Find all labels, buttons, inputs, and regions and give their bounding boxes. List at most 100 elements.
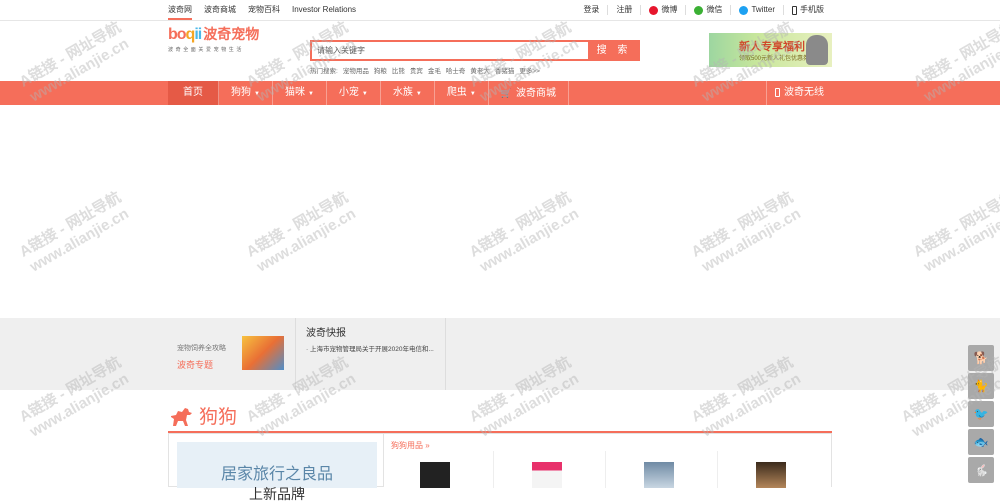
product-card[interactable] [608, 451, 718, 488]
section-title: 狗狗 [199, 406, 238, 428]
search-bar: 请输入关键字 搜 索 [310, 40, 640, 61]
top-bar: 波奇网 波奇商城 宠物百科 Investor Relations 登录 注册 微… [0, 0, 1000, 21]
dog-section-header: 狗狗 [168, 400, 237, 430]
search-button[interactable]: 搜 索 [588, 40, 640, 61]
hot-term[interactable]: 金毛 [428, 65, 441, 75]
caret-down-icon: ▼ [415, 91, 422, 97]
news-panel: 波奇快报 · 上海市宠物管理局关于开展2020年电信和... [296, 318, 446, 390]
promo-image [242, 336, 284, 370]
banner-title: 新人专享福利 [739, 41, 805, 53]
rabbit-icon: 🐇 [973, 463, 989, 477]
hot-term[interactable]: 比熊 [392, 65, 405, 75]
cart-icon: 🛒 [500, 88, 512, 98]
site-logo[interactable]: boqii 波奇宠物 波奇全面关爱宠物生活 [168, 24, 273, 54]
mobile-link[interactable]: 手机版 [783, 5, 832, 15]
nav-dogs[interactable]: 狗狗 ▼ [219, 81, 273, 105]
login-label: 登录 [583, 5, 600, 14]
nav-reptiles[interactable]: 爬虫 ▼ [435, 81, 489, 105]
phone-icon [775, 87, 780, 97]
link-baike[interactable]: 宠物百科 [248, 0, 280, 20]
nav-mobile[interactable]: 波奇无线 [766, 81, 832, 105]
side-rabbit-button[interactable]: 🐇 [968, 457, 994, 483]
nav-dogs-label: 狗狗 [231, 87, 251, 98]
wechat-link[interactable]: 微信 [685, 5, 730, 15]
watermark: A链接 - 网址导航 www.alianjie.cn [466, 188, 582, 276]
promo-small-text: 宠物饲养全攻略 [177, 345, 226, 352]
watermark: A链接 - 网址导航 www.alianjie.cn [910, 188, 1000, 276]
watermark: A链接 - 网址导航 www.alianjie.cn [243, 188, 359, 276]
side-bird-button[interactable]: 🐦 [968, 401, 994, 427]
ad-headline: 居家旅行之良品 [220, 466, 333, 483]
product-image [644, 459, 674, 488]
ad-subline: 上新品牌 [249, 486, 305, 502]
hot-term[interactable]: 狗粮 [374, 65, 387, 75]
nav-aquatic[interactable]: 水族 ▼ [381, 81, 435, 105]
side-cat-button[interactable]: 🐈 [968, 373, 994, 399]
husky-image [806, 35, 828, 65]
hot-term[interactable]: 贵宾 [410, 65, 423, 75]
side-dog-button[interactable]: 🐕 [968, 345, 994, 371]
dog-icon: 🐕 [973, 351, 989, 365]
hot-term[interactable]: 黄老大 [470, 65, 490, 75]
product-image [532, 459, 562, 488]
register-link[interactable]: 注册 [607, 5, 640, 15]
product-image [420, 459, 450, 488]
products-header-link[interactable]: 狗狗用品 » [391, 440, 430, 451]
bird-icon: 🐦 [973, 407, 989, 421]
link-boqii[interactable]: 波奇网 [168, 0, 192, 20]
fish-icon: 🐟 [973, 435, 989, 449]
dog-icon [171, 408, 192, 426]
hot-label: 热门搜索: [310, 68, 338, 75]
more-link[interactable]: 更多>> [519, 65, 540, 75]
product-card[interactable] [384, 451, 494, 488]
nav-reptiles-label: 爬虫 [446, 87, 467, 98]
nav-mall-label: 波奇商城 [515, 88, 556, 99]
nav-cats-label: 猫咪 [284, 87, 305, 98]
section-ad[interactable]: 居家旅行之良品 上新品牌 [168, 433, 384, 502]
nav-mobile-label: 波奇无线 [784, 87, 824, 98]
hot-term[interactable]: 宠物用品 [343, 65, 369, 75]
nav-home-label: 首页 [183, 87, 203, 98]
nav-mall[interactable]: 🛒 波奇商城 [489, 81, 569, 105]
logo-mark: boqii 波奇宠物 [168, 26, 260, 43]
caret-down-icon: ▼ [307, 91, 314, 97]
product-list: 狗狗用品 » [384, 433, 832, 488]
link-investor[interactable]: Investor Relations [292, 0, 356, 20]
logo-tagline: 波奇全面关爱宠物生活 [168, 47, 245, 53]
banner-subtitle: 领取500元新人礼包优惠券 [739, 56, 810, 62]
twitter-link[interactable]: Twitter [730, 5, 783, 15]
wechat-label: 微信 [706, 5, 723, 14]
login-link[interactable]: 登录 [575, 5, 607, 15]
caret-down-icon: ▼ [469, 91, 476, 97]
top-right-links: 登录 注册 微博 微信 Twitter 手机版 [575, 0, 832, 20]
weibo-icon [649, 5, 659, 15]
nav-cats[interactable]: 猫咪 ▼ [273, 81, 327, 105]
wechat-icon [694, 5, 704, 15]
news-title: 波奇快报 [306, 328, 346, 339]
search-input[interactable]: 请输入关键字 [317, 45, 365, 56]
nav-small-pets-label: 小宠 [338, 87, 359, 98]
topic-promo[interactable]: 宠物饲养全攻略 波奇专题 [168, 318, 296, 390]
nav-home[interactable]: 首页 [168, 81, 219, 105]
hot-term[interactable]: 哈士奇 [446, 65, 466, 75]
mobile-label: 手机版 [800, 5, 824, 14]
promo-title: 波奇专题 [177, 360, 214, 370]
caret-down-icon: ▼ [254, 91, 260, 97]
nav-aquatic-label: 水族 [392, 87, 413, 98]
twitter-label: Twitter [751, 5, 775, 14]
news-item[interactable]: · 上海市宠物管理局关于开展2020年电信和... [306, 343, 441, 353]
watermark: A链接 - 网址导航 www.alianjie.cn [688, 188, 804, 276]
weibo-link[interactable]: 微博 [640, 5, 685, 15]
link-mall[interactable]: 波奇商城 [204, 0, 236, 20]
product-card[interactable] [720, 451, 830, 488]
promo-banner[interactable]: 新人专享福利 领取500元新人礼包优惠券 [709, 33, 832, 67]
watermark: A链接 - 网址导航 www.alianjie.cn [16, 188, 132, 276]
side-fish-button[interactable]: 🐟 [968, 429, 994, 455]
ad-image: 居家旅行之良品 上新品牌 [177, 442, 377, 502]
phone-icon [792, 5, 797, 15]
register-label: 注册 [616, 5, 633, 14]
nav-small-pets[interactable]: 小宠 ▼ [327, 81, 381, 105]
hot-term[interactable]: 香猪猫 [495, 65, 515, 75]
main-nav: 首页 狗狗 ▼ 猫咪 ▼ 小宠 ▼ 水族 ▼ 爬虫 ▼ 🛒 波奇商城 波奇无线 [0, 81, 1000, 105]
product-card[interactable] [496, 451, 606, 488]
